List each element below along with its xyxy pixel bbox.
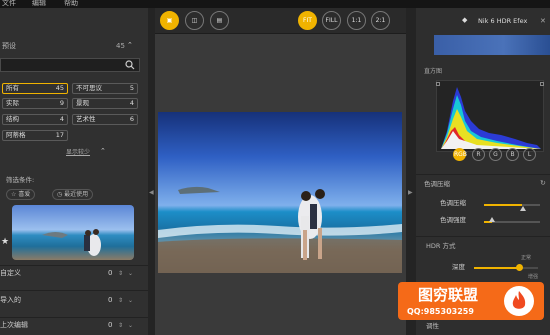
depth-slider[interactable] — [474, 267, 538, 269]
imported-label[interactable]: 导入的 — [0, 296, 21, 305]
detail-value: 增强 — [528, 274, 539, 280]
filter-label: 筛选条件: — [6, 176, 35, 184]
favorite-star-icon[interactable]: ★ — [1, 238, 9, 247]
category-artistic[interactable]: 艺术性 6 — [72, 114, 138, 125]
menu-edit[interactable]: 编辑 — [32, 0, 46, 7]
depth-knob[interactable] — [516, 264, 523, 271]
search-icon[interactable] — [125, 60, 135, 70]
imported-count: 0 — [108, 296, 113, 304]
category-landscape[interactable]: 景观 4 — [72, 98, 138, 109]
stepper-icon[interactable]: ⇕ — [118, 321, 123, 330]
left-collapse-strip[interactable]: ◀ — [148, 8, 155, 335]
watermark-brand: 图穷联盟 — [418, 286, 479, 304]
search-field[interactable] — [1, 66, 121, 78]
filmstrip-preview — [434, 35, 550, 55]
tone-strength-label: 色调强度 — [440, 216, 466, 224]
thumbnail-couple-image — [42, 229, 101, 256]
chevron-down-icon[interactable]: ⌄ — [128, 321, 133, 330]
app-title: Nik 6 HDR Efex — [478, 17, 528, 25]
depth-value: 正常 — [521, 255, 532, 261]
collapse-right-icon[interactable]: ▶ — [408, 188, 413, 197]
compare-view-icon[interactable]: ▤ — [210, 11, 229, 30]
category-all[interactable]: 所有 45 — [2, 83, 68, 94]
tonality-section: 调性 — [426, 322, 439, 330]
view-toolbar: ▣ ◫ ▤ FIT FILL 1:1 2:1 — [155, 8, 406, 34]
category-realistic[interactable]: 实际 9 — [2, 98, 68, 109]
tone-compression-slider[interactable] — [484, 204, 540, 206]
histogram-graphic — [441, 87, 541, 149]
stepper-icon[interactable]: ⇕ — [118, 296, 123, 305]
collapse-left-icon[interactable]: ◀ — [149, 188, 154, 197]
show-less-link[interactable]: 显示较少 — [66, 148, 90, 157]
preview-image — [158, 112, 402, 273]
app-window: 文件 编辑 帮助 预设 45 ⌃ 所有 45 不可思议 5 实际 9 景观 4 结构 4 … — [0, 0, 550, 335]
tone-section-title: 色调压缩 — [424, 180, 450, 188]
filter-favorites[interactable]: ☆ 喜爱 — [6, 189, 36, 200]
chevron-down-icon[interactable]: ⌄ — [128, 269, 133, 278]
preview-area: ▣ ◫ ▤ FIT FILL 1:1 2:1 — [155, 8, 406, 335]
menu-bar: 文件 编辑 帮助 — [0, 0, 550, 8]
fill-button[interactable]: FILL — [322, 11, 341, 30]
presets-title: 预设 — [2, 42, 16, 50]
last-edit-count: 0 — [108, 321, 113, 329]
hdr-section-title: HDR 方式 — [426, 242, 456, 250]
zoom-2-1-button[interactable]: 2:1 — [371, 11, 390, 30]
channel-r[interactable]: R — [472, 148, 485, 161]
tone-strength-knob[interactable] — [489, 217, 495, 222]
shadow-clip-toggle[interactable] — [436, 82, 440, 86]
depth-label: 深度 — [452, 263, 465, 271]
clock-icon: ◷ — [57, 191, 63, 198]
menu-help[interactable]: 帮助 — [64, 0, 78, 7]
histogram-chart — [436, 80, 544, 152]
category-structure[interactable]: 结构 4 — [2, 114, 68, 125]
presets-panel: 预设 45 ⌃ 所有 45 不可思议 5 实际 9 景观 4 结构 4 艺术性 6 阿蒂格 1… — [0, 8, 148, 335]
watermark-badge: 图穷联盟 QQ:985303259 — [398, 282, 544, 320]
tone-compression-label: 色调压缩 — [440, 199, 466, 207]
presets-count: 45 — [116, 42, 125, 50]
split-view-icon[interactable]: ◫ — [185, 11, 204, 30]
filter-recent[interactable]: ◷ 最近使用 — [52, 189, 94, 200]
search-input[interactable] — [0, 58, 140, 78]
histogram-title: 直方图 — [424, 68, 443, 75]
chevron-down-icon[interactable]: ⌄ — [128, 296, 133, 305]
fit-button[interactable]: FIT — [298, 11, 317, 30]
channel-l[interactable]: L — [523, 148, 536, 161]
preview-photo-graphic — [158, 186, 402, 273]
category-surreal[interactable]: 不可思议 5 — [72, 83, 138, 94]
reset-icon[interactable]: ↻ — [540, 179, 546, 188]
nik-logo-icon: ◆ — [462, 16, 468, 24]
channel-g[interactable]: G — [489, 148, 502, 161]
preset-thumbnail[interactable] — [12, 205, 134, 260]
watermark-qq: QQ:985303259 — [407, 307, 474, 316]
custom-label[interactable]: 自定义 — [0, 269, 21, 278]
menu-file[interactable]: 文件 — [2, 0, 16, 7]
flame-logo-icon — [504, 286, 534, 316]
highlight-clip-toggle[interactable] — [540, 82, 544, 86]
chevron-up-icon[interactable]: ⌃ — [100, 147, 106, 156]
custom-count: 0 — [108, 269, 113, 277]
channel-rgb[interactable]: RGB — [453, 148, 467, 161]
zoom-1-1-button[interactable]: 1:1 — [347, 11, 366, 30]
tone-compression-knob[interactable] — [520, 206, 526, 211]
category-artigue[interactable]: 阿蒂格 17 — [2, 130, 68, 141]
stepper-icon[interactable]: ⇕ — [118, 269, 123, 278]
collapse-icon[interactable]: ⌃ — [127, 41, 133, 50]
close-icon[interactable]: ✕ — [540, 17, 546, 26]
channel-b[interactable]: B — [506, 148, 519, 161]
single-view-icon[interactable]: ▣ — [160, 11, 179, 30]
star-icon: ☆ — [11, 191, 17, 198]
last-edit-label[interactable]: 上次编辑 — [0, 321, 28, 330]
